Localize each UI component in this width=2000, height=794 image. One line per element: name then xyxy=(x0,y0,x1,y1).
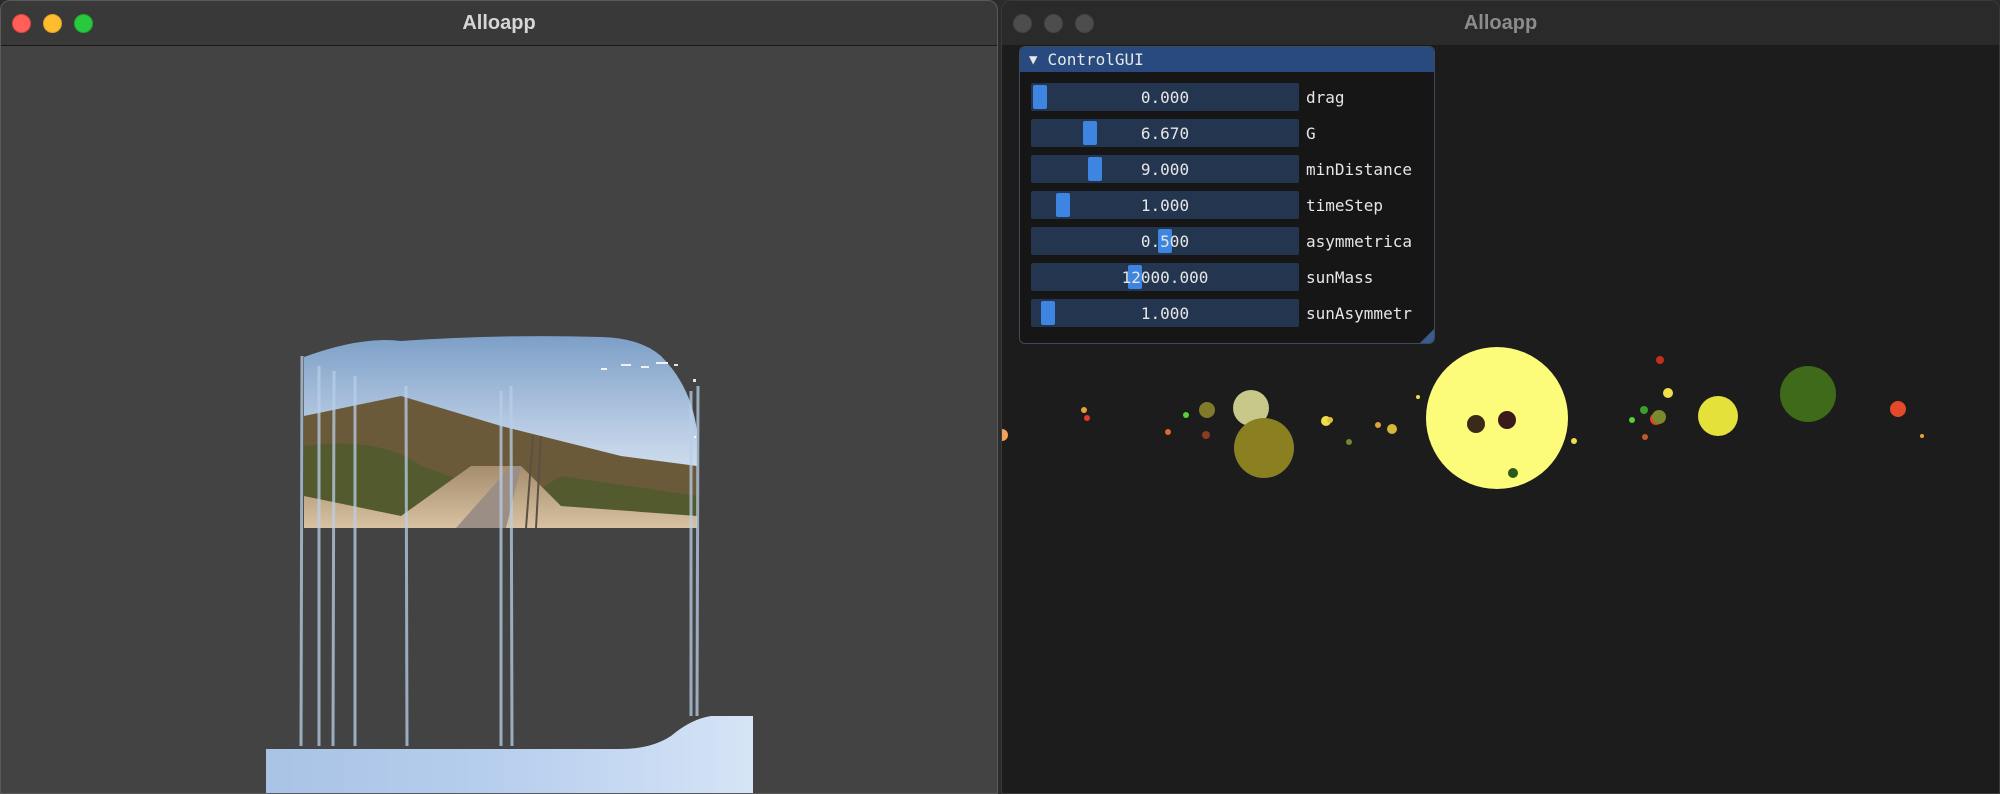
window-controls xyxy=(12,14,93,33)
planet xyxy=(1920,434,1924,438)
planet xyxy=(1375,422,1381,428)
planet xyxy=(1084,415,1090,421)
control-gui-panel[interactable]: ▼ ControlGUI 0.000 drag 6.670 G 9.000 minDist… xyxy=(1019,46,1435,344)
close-button[interactable] xyxy=(12,14,31,33)
slider-value: 0.500 xyxy=(1140,231,1190,251)
zoom-button[interactable] xyxy=(1075,14,1094,33)
planet xyxy=(1629,417,1635,423)
planet xyxy=(1663,388,1673,398)
planet xyxy=(1346,439,1352,445)
slider-drag[interactable]: 0.000 xyxy=(1031,83,1299,111)
planet xyxy=(1327,417,1333,423)
slider-row-mindistance: 9.000 minDistance xyxy=(1031,155,1426,183)
slider-value: 12000.000 xyxy=(1121,267,1209,287)
slider-value: 1.000 xyxy=(1140,303,1190,323)
slider-label: asymmetrica xyxy=(1306,231,1412,251)
slider-value: 1.000 xyxy=(1140,195,1190,215)
slider-row-asymmetrica: 0.500 asymmetrica xyxy=(1031,227,1426,255)
photo-sculpture-render xyxy=(266,336,753,793)
planet xyxy=(1571,438,1577,444)
slider-mindistance[interactable]: 9.000 xyxy=(1031,155,1299,183)
window-title: Alloapp xyxy=(1463,11,1538,34)
slider-label: G xyxy=(1306,123,1316,143)
slider-value: 6.670 xyxy=(1140,123,1190,143)
sun xyxy=(1426,347,1568,489)
slider-timestep[interactable]: 1.000 xyxy=(1031,191,1299,219)
slider-label: drag xyxy=(1306,87,1345,107)
planet xyxy=(1234,418,1294,478)
planet xyxy=(1698,396,1738,436)
planet xyxy=(1652,410,1666,424)
close-button[interactable] xyxy=(1013,14,1032,33)
window-controls xyxy=(1013,14,1094,33)
titlebar[interactable]: Alloapp xyxy=(1,1,997,46)
3d-viewport[interactable]: ▼ ControlGUI 0.000 drag 6.670 G 9.000 minDist… xyxy=(1002,46,1999,793)
control-gui-title: ControlGUI xyxy=(1047,50,1144,69)
planet xyxy=(1202,431,1210,439)
slider-label: sunMass xyxy=(1306,267,1374,287)
slider-row-sunmass: 12000.000 sunMass xyxy=(1031,263,1426,291)
alloapp-window-right: Alloapp ▼ ControlGUI 0.000 drag 6.670 G … xyxy=(1001,0,2000,794)
titlebar[interactable]: Alloapp xyxy=(1002,1,1999,46)
slider-g[interactable]: 6.670 xyxy=(1031,119,1299,147)
planet xyxy=(1508,468,1518,478)
resize-grip[interactable] xyxy=(1420,329,1434,343)
slider-sunmass[interactable]: 12000.000 xyxy=(1031,263,1299,291)
planet xyxy=(1640,406,1648,414)
window-title: Alloapp xyxy=(462,11,536,34)
planet xyxy=(1002,429,1008,441)
slider-sunasymmetr[interactable]: 1.000 xyxy=(1031,299,1299,327)
triangle-down-icon[interactable]: ▼ xyxy=(1029,52,1037,68)
3d-viewport[interactable] xyxy=(1,46,997,793)
slider-asymmetrica[interactable]: 0.500 xyxy=(1031,227,1299,255)
slider-row-sunasymmetr: 1.000 sunAsymmetr xyxy=(1031,299,1426,327)
planet xyxy=(1467,415,1485,433)
planet xyxy=(1416,395,1420,399)
planet xyxy=(1656,356,1664,364)
planet xyxy=(1199,402,1215,418)
slider-value: 9.000 xyxy=(1140,159,1190,179)
planet xyxy=(1165,429,1171,435)
zoom-button[interactable] xyxy=(74,14,93,33)
slider-label: sunAsymmetr xyxy=(1306,303,1412,323)
planets xyxy=(1002,347,1924,489)
slider-label: minDistance xyxy=(1306,159,1412,179)
planet xyxy=(1183,412,1189,418)
slider-row-timestep: 1.000 timeStep xyxy=(1031,191,1426,219)
control-gui-header[interactable]: ▼ ControlGUI xyxy=(1020,47,1434,72)
alloapp-window-left: Alloapp xyxy=(0,0,998,794)
planet xyxy=(1498,411,1516,429)
planet xyxy=(1387,424,1397,434)
planet xyxy=(1890,401,1906,417)
planet xyxy=(1642,434,1648,440)
minimize-button[interactable] xyxy=(1044,14,1063,33)
slider-row-drag: 0.000 drag xyxy=(1031,83,1426,111)
planet xyxy=(1780,366,1836,422)
minimize-button[interactable] xyxy=(43,14,62,33)
planet xyxy=(1081,407,1087,413)
slider-label: timeStep xyxy=(1306,195,1384,215)
slider-row-g: 6.670 G xyxy=(1031,119,1426,147)
slider-value: 0.000 xyxy=(1140,87,1190,107)
